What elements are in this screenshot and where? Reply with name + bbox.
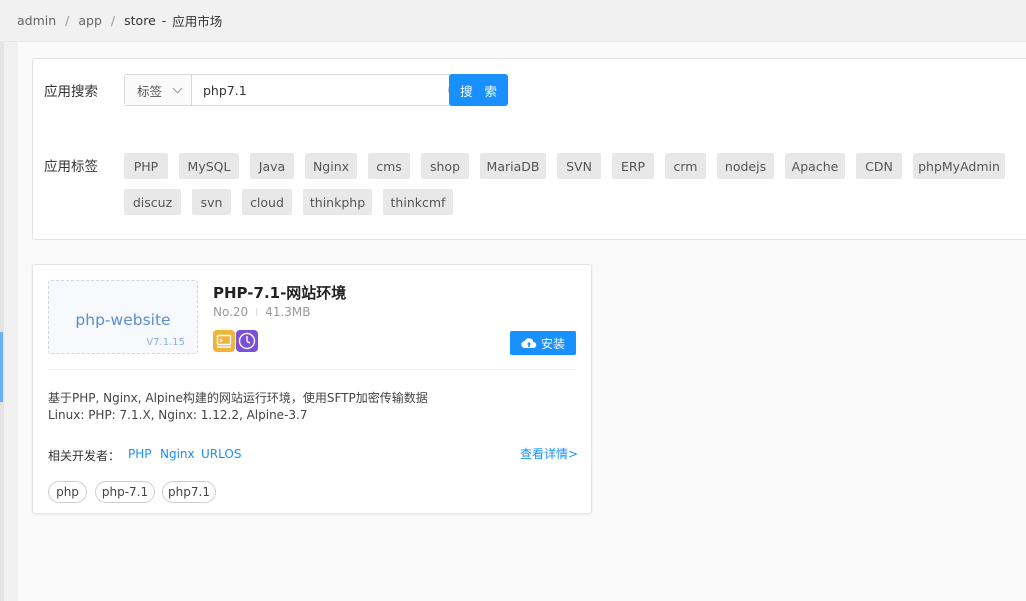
app-title[interactable]: PHP-7.1-网站环境 [213, 282, 346, 303]
card-divider [48, 369, 576, 370]
breadcrumb-store: store [124, 13, 156, 28]
developer-link-nginx[interactable]: Nginx [160, 447, 195, 461]
search-type-value: 标签 [137, 83, 163, 99]
app-logo-text: php-website [75, 311, 171, 329]
app-description-line-2: Linux: PHP: 7.1.X, Nginx: 1.12.2, Alpine… [48, 408, 308, 422]
keyword-pill-php-7-1[interactable]: php-7.1 [95, 481, 155, 503]
tag-shop[interactable]: shop [421, 153, 469, 179]
app-size: 41.3MB [265, 305, 311, 319]
developers-label: 相关开发者： [48, 449, 121, 463]
app-card: php-website V7.1.15 PHP-7.1-网站环境 No.20 4… [32, 264, 592, 514]
view-details-link[interactable]: 查看详情> [520, 445, 578, 462]
meta-divider [256, 308, 258, 316]
install-label: 安装 [540, 336, 565, 351]
tag-discuz[interactable]: discuz [124, 189, 181, 215]
sidebar-edge [0, 42, 4, 601]
cloud-upload-icon [521, 338, 537, 349]
tag-cdn[interactable]: CDN [856, 153, 902, 179]
keyword-pill-php[interactable]: php [48, 481, 87, 503]
tag-mariadb[interactable]: MariaDB [480, 153, 546, 179]
tag-nodejs[interactable]: nodejs [717, 153, 774, 179]
tag-crm[interactable]: crm [665, 153, 706, 179]
developer-link-php[interactable]: PHP [128, 447, 152, 461]
search-button[interactable]: 搜 索 [449, 74, 508, 106]
app-meta: No.20 41.3MB [213, 305, 311, 319]
breadcrumb-separator: / [65, 13, 70, 28]
tag-phpmyadmin[interactable]: phpMyAdmin [913, 153, 1005, 179]
tag-cloud[interactable]: cloud [242, 189, 292, 215]
tag-erp[interactable]: ERP [612, 153, 654, 179]
tags-label: 应用标签 [44, 159, 98, 175]
chevron-down-icon [172, 83, 183, 93]
tag-thinkphp[interactable]: thinkphp [303, 189, 372, 215]
search-box: 标签 ✕ [124, 74, 472, 106]
breadcrumb-admin[interactable]: admin [17, 13, 56, 28]
breadcrumb: admin / app / store - 应用市场 [0, 0, 1026, 42]
power-badge-icon [236, 330, 258, 352]
app-logo[interactable]: php-website V7.1.15 [48, 280, 198, 354]
app-number: No.20 [213, 305, 249, 319]
tag-php[interactable]: PHP [124, 153, 168, 179]
breadcrumb-dash: - [161, 13, 167, 28]
developer-link-urlos[interactable]: URLOS [201, 447, 241, 461]
tag-svn-lower[interactable]: svn [192, 189, 231, 215]
search-input[interactable] [192, 75, 448, 105]
search-panel: 应用搜索 标签 ✕ 搜 索 应用标签 PHP MySQL Java Nginx … [32, 58, 1026, 240]
tag-java[interactable]: Java [250, 153, 294, 179]
sidebar-scroll-indicator [0, 332, 3, 402]
terminal-badge-icon [213, 330, 235, 352]
breadcrumb-separator: / [110, 13, 116, 28]
tag-nginx[interactable]: Nginx [305, 153, 357, 179]
tag-thinkcmf[interactable]: thinkcmf [383, 189, 453, 215]
tag-cms[interactable]: cms [368, 153, 410, 179]
app-description-line-1: 基于PHP, Nginx, Alpine构建的网站运行环境，使用SFTP加密传输… [48, 391, 428, 405]
breadcrumb-current: 应用市场 [172, 14, 223, 29]
breadcrumb-app[interactable]: app [78, 13, 102, 28]
tag-svn[interactable]: SVN [557, 153, 601, 179]
tag-mysql[interactable]: MySQL [179, 153, 239, 179]
main-content: 应用搜索 标签 ✕ 搜 索 应用标签 PHP MySQL Java Nginx … [18, 42, 1026, 601]
search-type-select[interactable]: 标签 [125, 75, 192, 105]
search-label: 应用搜索 [44, 84, 98, 100]
keyword-pill-php7-1[interactable]: php7.1 [162, 481, 216, 503]
app-logo-version: V7.1.15 [146, 337, 185, 348]
install-button[interactable]: 安装 [510, 331, 576, 355]
tag-apache[interactable]: Apache [785, 153, 845, 179]
